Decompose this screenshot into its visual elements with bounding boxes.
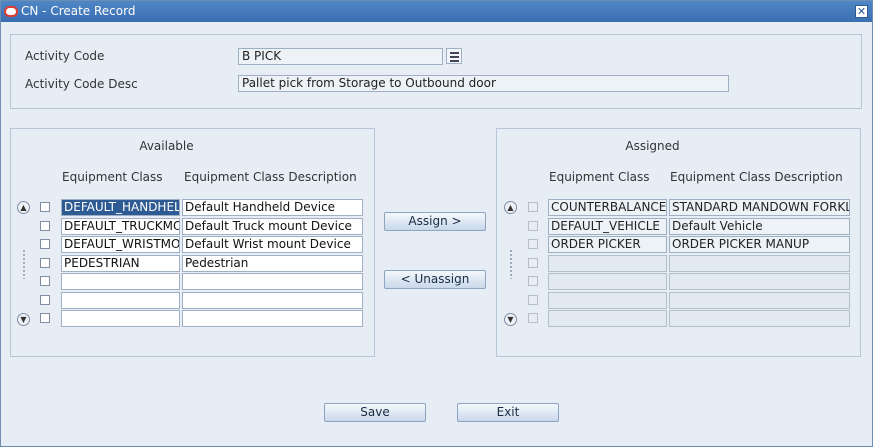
activity-form-panel: [10, 34, 862, 109]
save-button[interactable]: Save: [324, 403, 426, 422]
available-equipment-desc-cell[interactable]: [182, 291, 363, 309]
available-scroll-down-icon[interactable]: ▼: [17, 313, 30, 326]
activity-code-desc-field[interactable]: Pallet pick from Storage to Outbound doo…: [238, 75, 729, 92]
activity-code-label: Activity Code: [25, 49, 105, 63]
assign-button[interactable]: Assign >: [384, 212, 486, 231]
activity-code-desc-label: Activity Code Desc: [25, 77, 138, 91]
assigned-scroll-down-icon[interactable]: ▼: [504, 313, 517, 326]
assigned-equipment-desc-cell[interactable]: ORDER PICKER MANUP: [669, 236, 850, 253]
available-col-equipment-class: Equipment Class: [62, 170, 163, 184]
available-row-checkbox[interactable]: [40, 239, 50, 249]
create-record-window: CN - Create Record ✕ Activity Code B PIC…: [0, 0, 873, 447]
available-equipment-desc-cell[interactable]: [182, 273, 363, 290]
available-scroll-up-icon[interactable]: ▲: [17, 201, 30, 214]
available-equipment-class-cell[interactable]: DEFAULT_WRISTMOUNT: [61, 236, 180, 253]
assigned-row-checkbox[interactable]: [528, 202, 538, 212]
window-title: CN - Create Record: [21, 4, 136, 18]
assigned-equipment-class-cell[interactable]: ORDER PICKER: [548, 236, 667, 253]
assigned-equipment-class-cell[interactable]: [548, 273, 667, 290]
exit-button[interactable]: Exit: [457, 403, 559, 422]
assigned-scroll-up-icon[interactable]: ▲: [504, 201, 517, 214]
assigned-col-equipment-class: Equipment Class: [549, 170, 650, 184]
available-equipment-class-cell[interactable]: [61, 291, 180, 309]
assigned-title: Assigned: [625, 139, 680, 153]
available-equipment-class-cell[interactable]: PEDESTRIAN: [61, 254, 180, 272]
assigned-col-equipment-desc: Equipment Class Description: [670, 170, 843, 184]
available-equipment-class-cell[interactable]: [61, 273, 180, 290]
available-title: Available: [139, 139, 194, 153]
assigned-equipment-desc-cell[interactable]: [669, 310, 850, 327]
available-equipment-desc-cell[interactable]: Default Truck mount Device: [182, 217, 363, 235]
list-of-values-icon[interactable]: [446, 48, 462, 64]
assigned-row-checkbox[interactable]: [528, 239, 538, 249]
assigned-equipment-class-cell[interactable]: [548, 254, 667, 272]
assigned-equipment-class-cell[interactable]: COUNTERBALANCE: [548, 199, 667, 216]
available-equipment-desc-cell[interactable]: [182, 310, 363, 327]
available-equipment-class-cell[interactable]: DEFAULT_TRUCKMOUNT: [61, 217, 180, 235]
available-row-checkbox[interactable]: [40, 276, 50, 286]
available-row-checkbox[interactable]: [40, 294, 50, 305]
assigned-equipment-desc-cell[interactable]: [669, 291, 850, 309]
assigned-row-checkbox[interactable]: [528, 276, 538, 286]
assigned-equipment-desc-cell[interactable]: STANDARD MANDOWN FORKLIFT: [669, 199, 850, 216]
available-row-checkbox[interactable]: [40, 202, 50, 212]
assigned-equipment-class-cell[interactable]: DEFAULT_VEHICLE: [548, 217, 667, 235]
close-icon[interactable]: ✕: [855, 5, 868, 18]
assigned-equipment-desc-cell[interactable]: [669, 273, 850, 290]
title-bar[interactable]: CN - Create Record ✕: [1, 1, 872, 22]
activity-code-field[interactable]: B PICK: [238, 48, 443, 65]
assigned-row-checkbox[interactable]: [528, 294, 538, 305]
assigned-scroll-grip[interactable]: [509, 249, 513, 279]
available-equipment-desc-cell[interactable]: Default Handheld Device: [182, 199, 363, 216]
available-row-checkbox[interactable]: [40, 313, 50, 323]
assigned-equipment-desc-cell[interactable]: [669, 254, 850, 272]
assigned-row-checkbox[interactable]: [528, 220, 538, 231]
available-scroll-grip[interactable]: [22, 249, 26, 279]
assigned-equipment-desc-cell[interactable]: Default Vehicle: [669, 217, 850, 235]
assigned-row-checkbox[interactable]: [528, 313, 538, 323]
available-col-equipment-desc: Equipment Class Description: [184, 170, 357, 184]
available-equipment-class-cell[interactable]: DEFAULT_HANDHELD: [61, 199, 180, 216]
available-row-checkbox[interactable]: [40, 220, 50, 231]
available-equipment-desc-cell[interactable]: Default Wrist mount Device: [182, 236, 363, 253]
assigned-equipment-class-cell[interactable]: [548, 310, 667, 327]
oracle-logo-icon: [4, 6, 18, 17]
available-equipment-class-cell[interactable]: [61, 310, 180, 327]
assigned-row-checkbox[interactable]: [528, 257, 538, 268]
unassign-button[interactable]: < Unassign: [384, 270, 486, 289]
assigned-equipment-class-cell[interactable]: [548, 291, 667, 309]
available-row-checkbox[interactable]: [40, 257, 50, 268]
available-equipment-desc-cell[interactable]: Pedestrian: [182, 254, 363, 272]
